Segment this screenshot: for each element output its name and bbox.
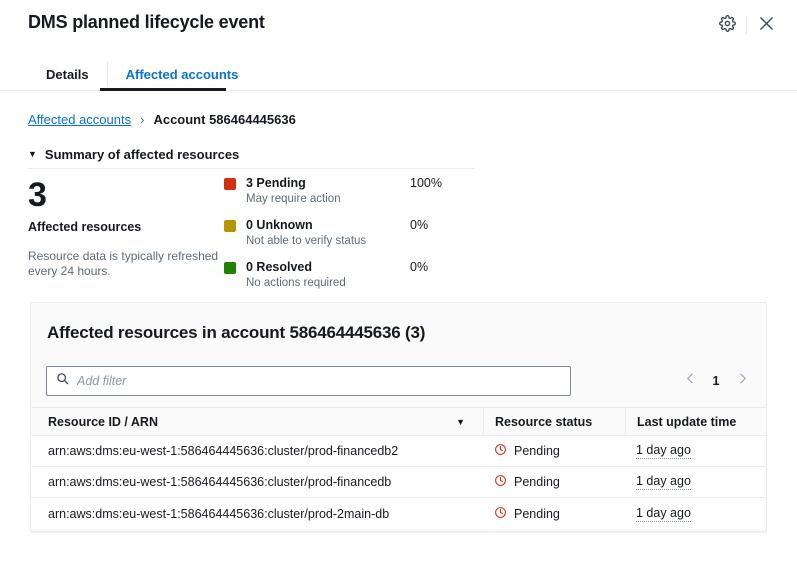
resolved-percent: 0% bbox=[410, 260, 429, 274]
pagination-next-button[interactable] bbox=[733, 372, 751, 390]
sort-descending-icon[interactable]: ▼ bbox=[456, 417, 465, 427]
pending-clock-icon bbox=[494, 506, 507, 522]
table-row[interactable]: arn:aws:dms:eu-west-1:586464445636:clust… bbox=[31, 498, 766, 529]
cell-resource-status: Pending bbox=[483, 436, 625, 466]
tab-affected-accounts[interactable]: Affected accounts bbox=[108, 58, 257, 90]
header-divider bbox=[746, 16, 747, 34]
column-header-resource-id[interactable]: Resource ID / ARN ▼ bbox=[31, 408, 483, 435]
table-row[interactable]: arn:aws:dms:eu-west-1:586464445636:clust… bbox=[31, 467, 766, 498]
resources-table: Resource ID / ARN ▼ Resource status Last… bbox=[31, 407, 766, 529]
column-header-resource-status[interactable]: Resource status bbox=[483, 408, 625, 435]
pagination-prev-button[interactable] bbox=[681, 372, 699, 390]
search-icon bbox=[56, 372, 69, 390]
summary-body: 3 Affected resources Resource data is ty… bbox=[28, 176, 498, 289]
cell-resource-arn: arn:aws:dms:eu-west-1:586464445636:clust… bbox=[48, 475, 392, 489]
resolved-color-swatch bbox=[224, 262, 236, 274]
cell-resource-status: Pending bbox=[483, 467, 625, 497]
column-header-resource-id-label: Resource ID / ARN bbox=[48, 414, 158, 429]
gear-icon bbox=[718, 15, 736, 35]
breadcrumb-link-affected-accounts[interactable]: Affected accounts bbox=[28, 112, 131, 127]
active-tab-indicator bbox=[100, 88, 226, 91]
summary-section-title: Summary of affected resources bbox=[44, 147, 240, 162]
table-header-row: Resource ID / ARN ▼ Resource status Last… bbox=[31, 407, 766, 436]
cell-resource-arn: arn:aws:dms:eu-west-1:586464445636:clust… bbox=[48, 444, 399, 458]
cell-resource-arn: arn:aws:dms:eu-west-1:586464445636:clust… bbox=[48, 506, 390, 521]
cell-resource-status-label: Pending bbox=[514, 444, 560, 458]
pending-label: 3 Pending bbox=[246, 176, 306, 190]
header: DMS planned lifecycle event bbox=[0, 0, 797, 48]
settings-button[interactable] bbox=[712, 12, 742, 38]
filter-container[interactable] bbox=[46, 366, 571, 396]
filter-input[interactable] bbox=[77, 374, 537, 388]
column-header-last-update[interactable]: Last update time bbox=[625, 408, 766, 435]
status-row-unknown: 0 Unknown Not able to verify status 0% bbox=[224, 218, 499, 249]
panel-title: Affected resources in account 5864644456… bbox=[47, 323, 426, 342]
summary-divider bbox=[28, 168, 475, 169]
cell-resource-status: Pending bbox=[483, 498, 625, 529]
unknown-percent: 0% bbox=[410, 218, 429, 232]
cell-resource-status-label: Pending bbox=[514, 506, 560, 521]
close-icon bbox=[758, 15, 775, 35]
tab-details[interactable]: Details bbox=[28, 58, 107, 90]
cell-last-update-value[interactable]: 1 day ago bbox=[636, 506, 691, 522]
resolved-description: No actions required bbox=[246, 277, 346, 289]
breadcrumb: Affected accounts › Account 586464445636 bbox=[28, 112, 296, 127]
unknown-color-swatch bbox=[224, 220, 236, 232]
pending-percent: 100% bbox=[410, 176, 442, 190]
status-row-resolved: 0 Resolved No actions required 0% bbox=[224, 260, 499, 291]
pending-clock-icon bbox=[494, 443, 507, 459]
lifecycle-event-panel: DMS planned lifecycle event Details Affe… bbox=[0, 0, 797, 580]
refresh-note: Resource data is typically refreshed eve… bbox=[28, 249, 219, 278]
cell-resource-status-label: Pending bbox=[514, 475, 560, 489]
chevron-down-icon: ▼ bbox=[28, 149, 37, 159]
pending-color-swatch bbox=[224, 178, 236, 190]
pending-description: May require action bbox=[246, 193, 341, 205]
cell-last-update: 1 day ago bbox=[625, 498, 766, 529]
affected-resources-panel: Affected resources in account 5864644456… bbox=[30, 302, 767, 532]
resolved-label: 0 Resolved bbox=[246, 260, 313, 274]
cell-last-update: 1 day ago bbox=[625, 436, 766, 466]
pending-clock-icon bbox=[494, 474, 507, 490]
tab-bar: Details Affected accounts bbox=[28, 58, 256, 90]
header-actions bbox=[712, 12, 781, 38]
status-breakdown: 3 Pending May require action 100% 0 Unkn… bbox=[224, 176, 499, 302]
unknown-description: Not able to verify status bbox=[246, 235, 367, 247]
pagination-current-page[interactable]: 1 bbox=[711, 374, 721, 388]
unknown-label: 0 Unknown bbox=[246, 218, 313, 232]
cell-last-update: 1 day ago bbox=[625, 467, 766, 497]
breadcrumb-separator-icon: › bbox=[140, 112, 145, 127]
breadcrumb-current-account: Account 586464445636 bbox=[153, 112, 296, 127]
chevron-right-icon bbox=[736, 372, 749, 390]
pagination: 1 bbox=[681, 367, 751, 395]
table-row[interactable]: arn:aws:dms:eu-west-1:586464445636:clust… bbox=[31, 436, 766, 467]
close-button[interactable] bbox=[751, 12, 781, 38]
summary-section-toggle[interactable]: ▼ Summary of affected resources bbox=[28, 147, 239, 162]
cell-last-update-value[interactable]: 1 day ago bbox=[636, 474, 691, 490]
cell-last-update-value[interactable]: 1 day ago bbox=[636, 443, 691, 459]
status-row-pending: 3 Pending May require action 100% bbox=[224, 176, 499, 207]
chevron-left-icon bbox=[684, 372, 697, 390]
page-title: DMS planned lifecycle event bbox=[28, 12, 265, 32]
